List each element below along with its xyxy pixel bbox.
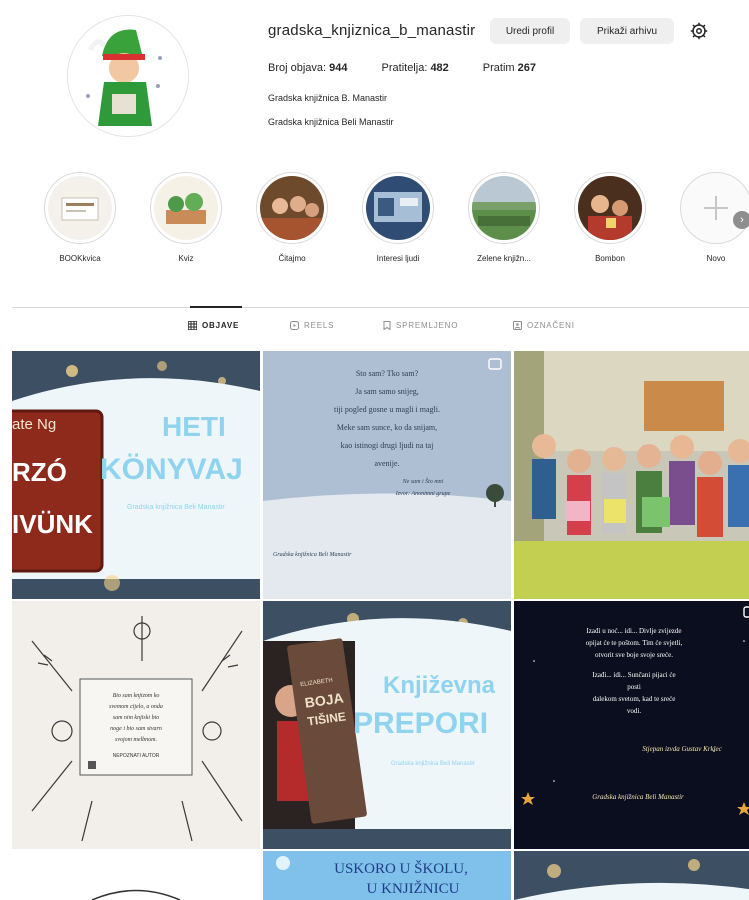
grid-icon [188,321,197,330]
highlight-label: Novo [706,254,726,263]
active-tab-indicator [190,306,242,308]
chevron-right-icon[interactable]: › [733,211,749,229]
highlight-label: BOOKkvica [59,254,101,263]
post-6-line: dalekom svetom, kad te sreće [593,695,676,703]
post-2-line: Sto sam? Tko sam? [356,369,419,378]
highlight-cover [578,176,642,240]
post-2-sign: Ne sam i Što mni [402,477,444,485]
post-8-heading-b: U KNJIŽNICU [367,880,460,897]
stat-following[interactable]: Pratim 267 [483,62,536,74]
profile-avatar[interactable] [67,15,189,137]
post-thumbnail[interactable]: Bio sam knjizom ko svemom cijelo, a onda… [12,601,260,849]
post-2-line: avenije. [374,459,399,468]
tab-label: OBJAVE [202,321,240,330]
post-5-footer: Gradska knjižnica Beli Manastir [391,761,475,767]
stat-label: Pratim [482,62,515,74]
post-1-book-title-b: IVÜNK [12,509,93,539]
post-6-line: Izađi u noć... idi... Divlje zvijezde [586,627,681,635]
post-6-sign: Stjepan izvda Gustav Krklec [642,745,722,753]
tab-label: REELS [304,321,335,330]
post-1-book-title-a: RZÓ [12,457,67,487]
highlight-label: Čitajmo [278,254,306,263]
post-6-line: Izađi... idi... Sunčani pijaci će [592,671,675,679]
post-5-heading-b: PREPORI [353,707,488,740]
tagged-icon [513,321,522,330]
post-1-footer: Gradska knjižnica Beli Manastir [127,504,225,511]
post-8-heading-a: USKORO U ŠKOLU, [334,860,468,877]
highlight-cover [472,176,536,240]
tab-posts[interactable]: OBJAVE [188,321,239,330]
highlight-label: Zelene knjižn... [477,254,531,263]
profile-username: gradska_knjiznica_b_manastir [268,22,476,39]
stat-followers[interactable]: Pratitelja: 482 [382,62,449,74]
post-2-sign: Izvor: Anonimni grupe [395,491,451,497]
highlight-label: Interesi ljudi [376,254,420,263]
highlight-label: Kviz [178,254,194,263]
post-1-heading-b: KÖNYVAJ [100,453,243,486]
post-1-book-author: ate Ng [12,416,56,433]
bookmark-icon [383,321,391,330]
post-6-line: otvorit sve boje svoje sreće. [595,651,673,659]
post-2-line: tiji pogled gosne u magli i magli. [334,405,440,414]
post-6-footer: Gradska knjižnica Beli Manastir [592,793,684,801]
post-thumbnail[interactable]: ELIZABETH BOJA TIŠINE Književna PREPORI … [263,601,511,849]
post-4-author: NEPOZNATI AUTOR [113,753,160,759]
post-thumbnail[interactable]: Izađi u noć... idi... Divlje zvijezde op… [514,601,749,849]
highlight-cover [154,176,218,240]
edit-profile-button[interactable]: Uredi profil [490,18,570,44]
highlight-item[interactable]: Kviz [146,172,226,263]
tab-reels[interactable]: REELS [290,321,334,330]
post-thumbnail[interactable] [12,851,260,900]
tab-label: SPREMLJENO [396,321,459,330]
tab-tagged[interactable]: OZNAČENI [513,321,575,330]
highlight-item[interactable]: Bombon [570,172,650,263]
highlight-item[interactable]: Zelene knjižn... [464,172,544,263]
post-4-line: sam nim knjiski bio [113,715,160,721]
plus-icon [684,176,748,240]
post-6-line: opijat će te poštom. Tim će svjetli, [586,639,683,647]
post-2-footer: Gradska knjižnica Beli Manastir [273,552,352,558]
post-2-line: kao istinogi drugi ljudi na taj [341,441,434,450]
post-1-heading-a: HETI [162,411,226,442]
stat-label: Broj objava: [268,62,327,74]
post-4-line: Bio sam knjizom ko [113,693,160,699]
post-thumbnail[interactable]: Sto sam? Tko sam? Ja sam samo snijeg, ti… [263,351,511,599]
highlight-label: Bombon [595,254,625,263]
highlight-item[interactable]: BOOKkvica [40,172,120,263]
stat-value: 267 [517,62,536,74]
highlight-item[interactable]: Interesi ljudi [358,172,438,263]
settings-gear-icon[interactable] [686,18,712,44]
post-6-line: posti [627,683,641,691]
post-4-line: svemom cijelo, a onda [109,704,163,710]
view-archive-button[interactable]: Prikaži arhivu [580,18,674,44]
post-thumbnail[interactable] [514,851,749,900]
post-thumbnail[interactable] [514,351,749,599]
highlight-cover [366,176,430,240]
highlight-cover [48,176,112,240]
post-2-line: Meke sam sunce, ko da snijam, [337,423,437,432]
tabs-divider [12,307,749,308]
stat-value: 482 [430,62,449,74]
bio-text: Gradska knjižnica Beli Manastir [268,117,394,127]
highlight-cover [260,176,324,240]
post-4-line: noge i bio sam stvarn [110,726,162,732]
profile-stats: Broj objava: 944 Pratitelja: 482 Pratim … [268,62,570,74]
stat-posts: Broj objava: 944 [268,62,348,74]
post-2-line: Ja sam samo snijeg, [355,387,419,396]
post-6-line: vodi. [627,707,641,715]
post-thumbnail[interactable]: USKORO U ŠKOLU, U KNJIŽNICU [263,851,511,900]
stat-label: Pratitelja: [381,62,428,74]
post-thumbnail[interactable]: ate Ng RZÓ IVÜNK HETI KÖNYVAJ Gradska kn… [12,351,260,599]
bio-name: Gradska knjižnica B. Manastir [268,93,388,103]
reels-icon [290,321,299,330]
post-4-line: svojom melbnom. [115,737,157,743]
tab-label: OZNAČENI [527,321,575,330]
tab-saved[interactable]: SPREMLJENO [383,321,458,330]
post-5-heading-a: Književna [383,672,496,699]
stat-value: 944 [329,62,348,74]
highlight-item[interactable]: Čitajmo [252,172,332,263]
